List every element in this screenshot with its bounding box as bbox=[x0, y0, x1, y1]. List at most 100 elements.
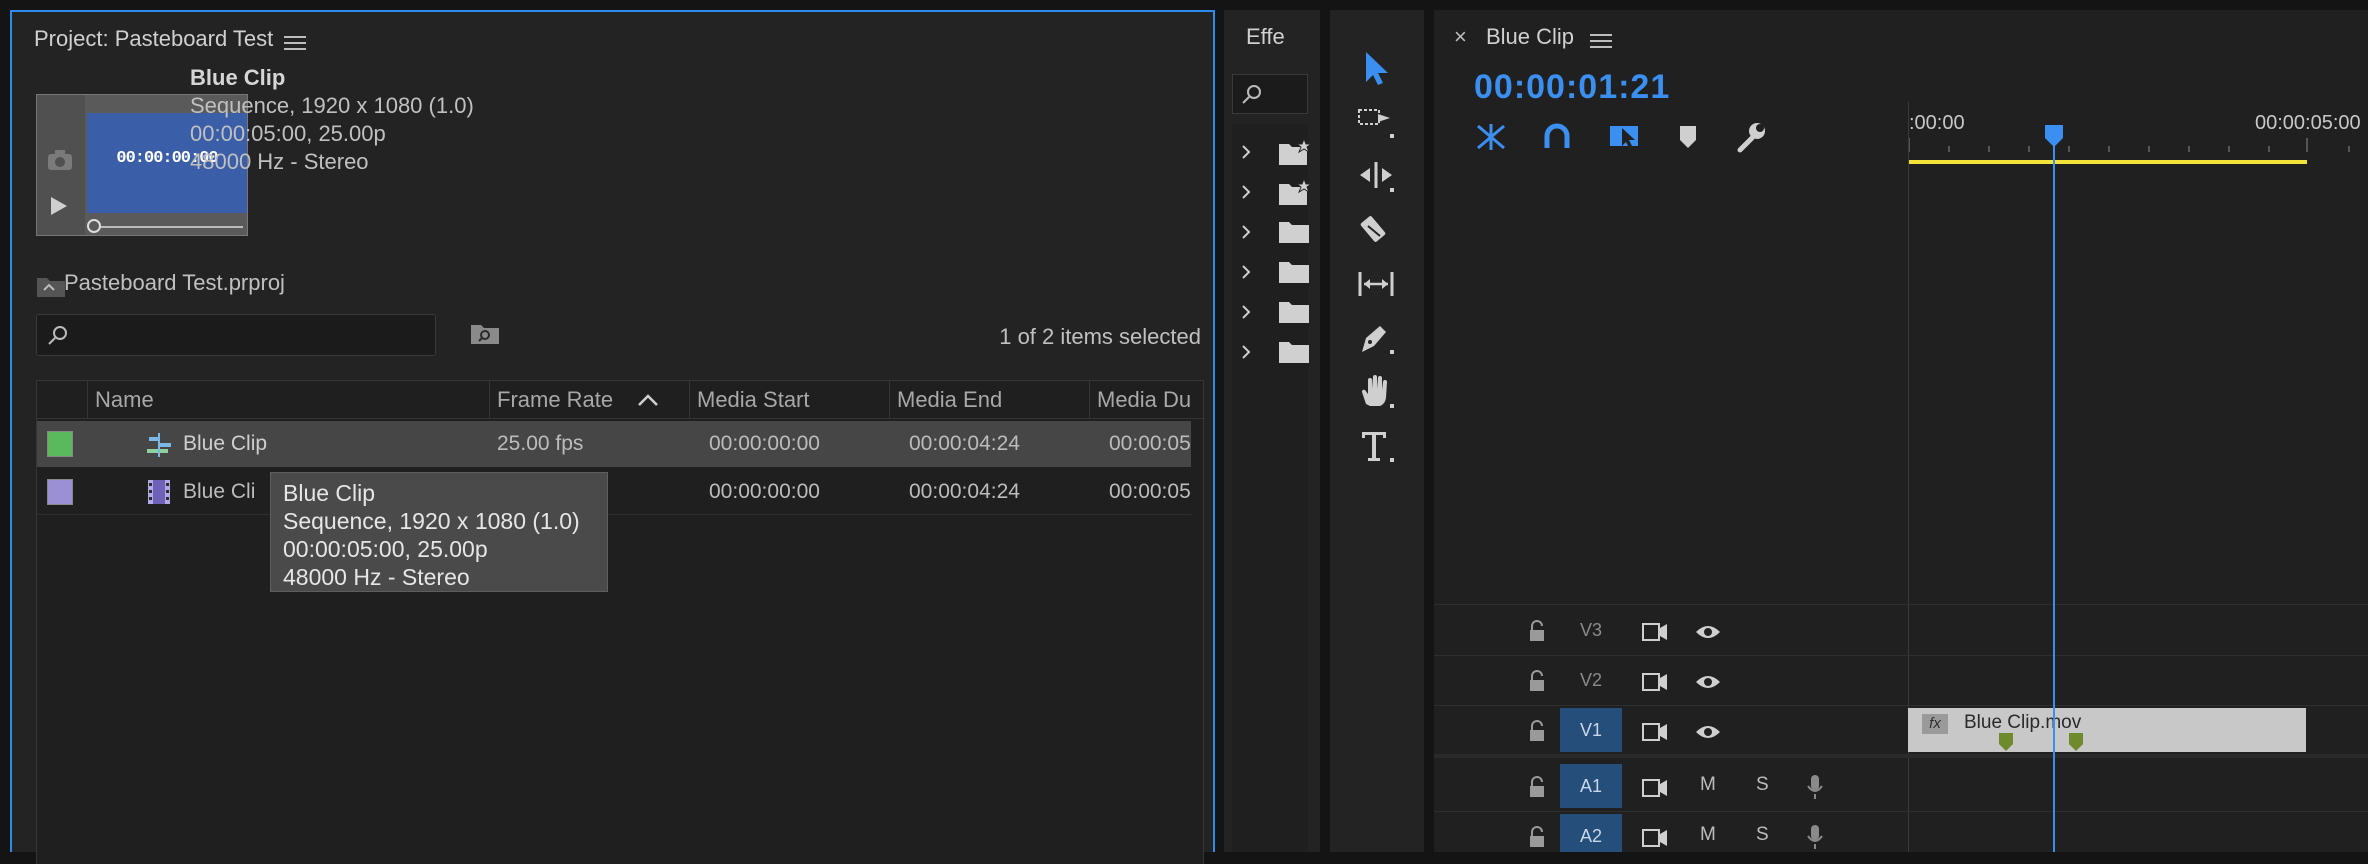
track-label[interactable]: V1 bbox=[1560, 708, 1622, 752]
preview-line-1: Sequence, 1920 x 1080 (1.0) bbox=[190, 93, 474, 118]
track-select-tool-icon[interactable] bbox=[1346, 96, 1406, 148]
solo-button[interactable]: S bbox=[1756, 774, 1769, 796]
preview-name: Blue Clip bbox=[190, 65, 286, 90]
item-media-start: 00:00:00:00 bbox=[709, 480, 820, 503]
track-label[interactable]: A1 bbox=[1560, 764, 1622, 808]
timeline-tab[interactable]: Blue Clip bbox=[1486, 24, 1574, 50]
close-icon[interactable]: × bbox=[1454, 24, 1467, 50]
ripple-edit-tool-icon[interactable] bbox=[1346, 150, 1406, 202]
item-frame-rate: 25.00 fps bbox=[497, 432, 584, 455]
project-search-field[interactable] bbox=[36, 314, 436, 356]
track-label[interactable]: V3 bbox=[1560, 608, 1622, 652]
hand-tool-icon[interactable] bbox=[1346, 366, 1406, 418]
sequence-icon bbox=[145, 433, 173, 457]
search-input[interactable] bbox=[77, 321, 427, 349]
timeline-clip[interactable]: fx Blue Clip.mov bbox=[1908, 708, 2306, 752]
linked-selection-icon[interactable] bbox=[1608, 120, 1642, 152]
play-icon[interactable] bbox=[49, 195, 69, 217]
ruler-start-label: :00:00 bbox=[1909, 112, 1965, 134]
timeline-panel: × Blue Clip 00:00:01:21 :00:00 00:00:05:… bbox=[1434, 10, 2368, 852]
lock-icon[interactable] bbox=[1528, 670, 1546, 692]
sort-ascending-icon[interactable] bbox=[637, 393, 659, 407]
item-media-duration: 00:00:05 bbox=[1109, 432, 1191, 455]
list-header: Name Frame Rate Media Start Media End Me… bbox=[37, 381, 1205, 419]
find-icon[interactable] bbox=[470, 322, 500, 346]
thumbnail-scrubber[interactable] bbox=[93, 226, 243, 228]
sync-lock-icon[interactable] bbox=[1642, 672, 1668, 692]
track-row-a2: A2 M S bbox=[1434, 812, 2368, 852]
table-row[interactable]: Blue Cli 00:00:00:00 00:00:04:24 00:00:0… bbox=[37, 469, 1191, 515]
add-marker-icon[interactable] bbox=[1676, 122, 1700, 152]
mute-button[interactable]: M bbox=[1700, 774, 1716, 796]
project-folder-icon[interactable] bbox=[36, 274, 66, 298]
wrench-icon[interactable] bbox=[1734, 120, 1768, 154]
lock-icon[interactable] bbox=[1528, 620, 1546, 642]
mute-button[interactable]: M bbox=[1700, 824, 1716, 846]
project-file-name: Pasteboard Test.prproj bbox=[64, 270, 285, 295]
project-panel-title: Project: Pasteboard Test bbox=[34, 26, 274, 51]
column-name[interactable]: Name bbox=[95, 381, 154, 419]
track-label[interactable]: A2 bbox=[1560, 814, 1622, 852]
eye-icon[interactable] bbox=[1694, 722, 1722, 742]
tooltip-line-1: Blue Clip bbox=[283, 480, 376, 506]
clip-name: Blue Clip.mov bbox=[1964, 712, 2082, 733]
item-media-end: 00:00:04:24 bbox=[909, 432, 1020, 455]
lock-icon[interactable] bbox=[1528, 826, 1546, 848]
panel-menu-icon[interactable] bbox=[1590, 30, 1612, 52]
track-row-a1: A1 M S bbox=[1434, 762, 2368, 812]
pen-tool-icon[interactable] bbox=[1346, 312, 1406, 364]
item-media-duration: 00:00:05 bbox=[1109, 480, 1191, 503]
column-media-end[interactable]: Media End bbox=[897, 381, 1002, 419]
label-color-swatch[interactable] bbox=[47, 431, 73, 457]
selection-tool-icon[interactable] bbox=[1346, 42, 1406, 94]
ruler-end-label: 00:00:05:00 bbox=[2255, 112, 2361, 134]
sync-lock-icon[interactable] bbox=[1642, 622, 1668, 642]
razor-tool-icon[interactable] bbox=[1346, 204, 1406, 256]
table-row[interactable]: Blue Clip 25.00 fps 00:00:00:00 00:00:04… bbox=[37, 421, 1191, 467]
snap-nest-icon[interactable] bbox=[1474, 122, 1508, 152]
column-frame-rate[interactable]: Frame Rate bbox=[497, 381, 613, 419]
search-icon bbox=[47, 324, 69, 346]
effects-search-field[interactable] bbox=[1232, 74, 1308, 114]
eye-icon[interactable] bbox=[1694, 672, 1722, 692]
type-tool-icon[interactable] bbox=[1346, 420, 1406, 472]
lock-icon[interactable] bbox=[1528, 776, 1546, 798]
label-color-swatch[interactable] bbox=[47, 479, 73, 505]
playhead-timecode[interactable]: 00:00:01:21 bbox=[1474, 68, 1670, 107]
sync-lock-icon[interactable] bbox=[1642, 722, 1668, 742]
fx-badge[interactable]: fx bbox=[1922, 714, 1948, 734]
selection-status: 1 of 2 items selected bbox=[999, 324, 1201, 349]
tooltip-line-3: 00:00:05:00, 25.00p bbox=[283, 536, 488, 562]
tooltip-line-2: Sequence, 1920 x 1080 (1.0) bbox=[283, 508, 580, 534]
clip-marker-icon[interactable] bbox=[1998, 732, 2014, 752]
slip-tool-icon[interactable] bbox=[1346, 258, 1406, 310]
track-row-v3: V3 bbox=[1434, 606, 2368, 656]
item-name[interactable]: Blue Cli bbox=[183, 469, 255, 515]
tools-panel bbox=[1330, 10, 1424, 852]
column-media-start[interactable]: Media Start bbox=[697, 381, 810, 419]
scrubber-handle[interactable] bbox=[87, 219, 101, 233]
effects-tab[interactable]: Effe bbox=[1246, 24, 1306, 50]
column-media-duration[interactable]: Media Du bbox=[1097, 381, 1193, 419]
panel-menu-icon[interactable] bbox=[284, 32, 306, 54]
item-name[interactable]: Blue Clip bbox=[183, 421, 267, 467]
item-tooltip: Blue Clip Sequence, 1920 x 1080 (1.0) 00… bbox=[270, 472, 608, 592]
playhead-line[interactable] bbox=[2053, 128, 2055, 852]
camera-icon[interactable] bbox=[47, 149, 73, 171]
microphone-icon[interactable] bbox=[1806, 824, 1824, 850]
solo-button[interactable]: S bbox=[1756, 824, 1769, 846]
eye-icon[interactable] bbox=[1694, 622, 1722, 642]
sync-lock-icon[interactable] bbox=[1642, 828, 1668, 848]
tooltip-line-4: 48000 Hz - Stereo bbox=[283, 564, 470, 590]
time-ruler[interactable]: :00:00 00:00:05:00 bbox=[1908, 102, 2368, 164]
snap-magnet-icon[interactable] bbox=[1542, 122, 1572, 152]
effects-panel: Effe bbox=[1224, 10, 1320, 852]
lock-icon[interactable] bbox=[1528, 720, 1546, 742]
microphone-icon[interactable] bbox=[1806, 774, 1824, 800]
clip-marker-icon[interactable] bbox=[2068, 732, 2084, 752]
sync-lock-icon[interactable] bbox=[1642, 778, 1668, 798]
track-label[interactable]: V2 bbox=[1560, 658, 1622, 702]
playhead-handle-icon[interactable] bbox=[2044, 124, 2064, 148]
track-row-v2: V2 bbox=[1434, 656, 2368, 706]
track-row-v1: V1 fx Blue Clip.mov bbox=[1434, 706, 2368, 758]
